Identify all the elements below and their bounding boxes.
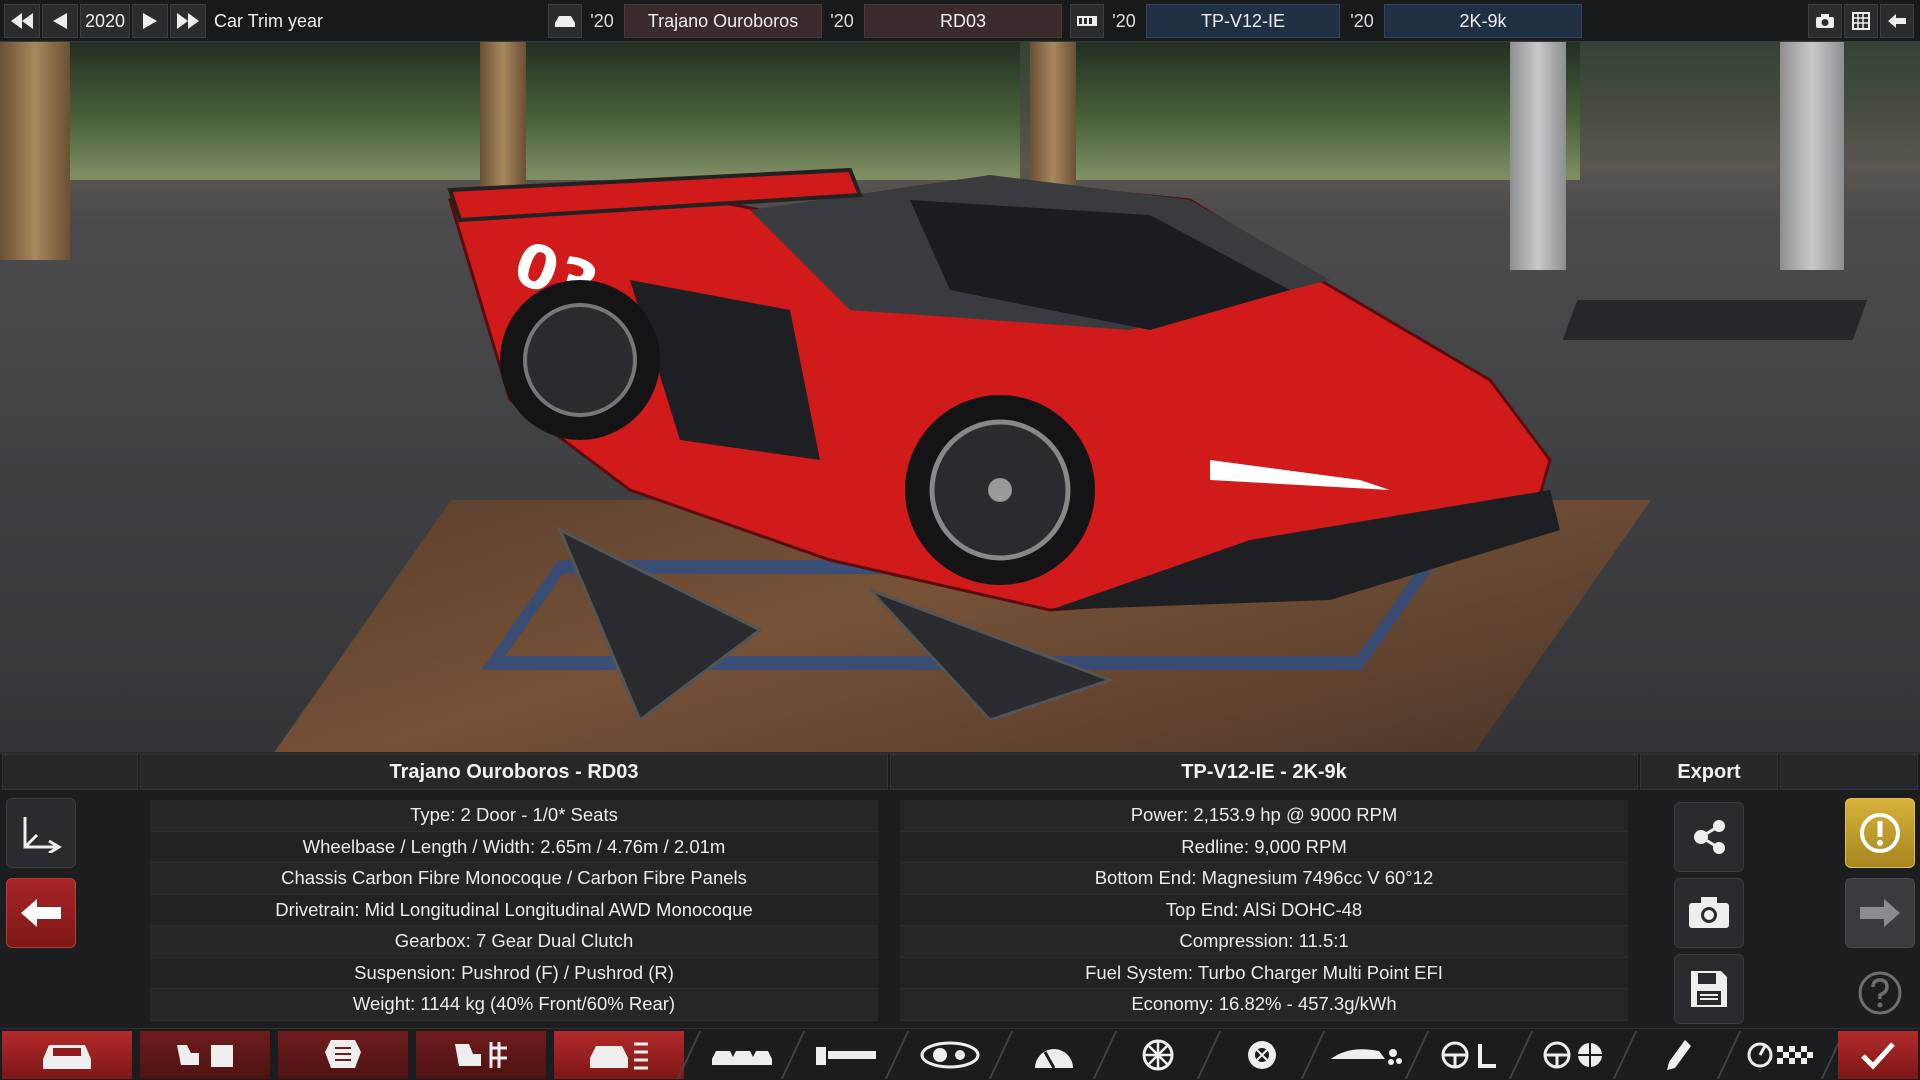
car-weight-row: Weight: 1144 kg (40% Front/60% Rear) xyxy=(150,989,878,1021)
front-wheel xyxy=(905,395,1095,585)
warning-icon[interactable] xyxy=(1845,798,1915,868)
car-trim-icon[interactable] xyxy=(554,1031,684,1079)
car-model-icon[interactable] xyxy=(548,4,582,38)
help-icon[interactable] xyxy=(1845,958,1915,1028)
paint-icon[interactable] xyxy=(1630,1031,1726,1079)
engine-compression-row: Compression: 11.5:1 xyxy=(900,926,1628,958)
tire-icon[interactable] xyxy=(1214,1031,1310,1079)
engine-summary-list: Power: 2,153.9 hp @ 9000 RPM Redline: 9,… xyxy=(900,800,1628,1021)
resize-corner-icon[interactable] xyxy=(6,798,76,868)
engine-variant-field[interactable]: 2K-9k xyxy=(1384,4,1582,38)
engine-tune-icon[interactable] xyxy=(416,1031,546,1079)
info-panel: Trajano Ouroboros - RD03 Type: 2 Door - … xyxy=(0,752,1920,1028)
gauge-icon[interactable] xyxy=(1006,1031,1102,1079)
speed-test-icon[interactable] xyxy=(1734,1031,1830,1079)
engine-family-year-tag: '20 xyxy=(1112,10,1136,31)
engine-top-end-row: Top End: AlSi DOHC-48 xyxy=(900,894,1628,926)
confirm-check-icon[interactable] xyxy=(1838,1031,1918,1079)
play-icon[interactable] xyxy=(132,4,168,38)
engine-redline-row: Redline: 9,000 RPM xyxy=(900,831,1628,863)
save-icon[interactable] xyxy=(1674,954,1744,1024)
fast-forward-icon[interactable] xyxy=(170,4,206,38)
screenshot-camera-icon[interactable] xyxy=(1674,878,1744,948)
trim-year-tag: '20 xyxy=(830,10,854,31)
grid-icon[interactable] xyxy=(1844,4,1878,38)
aero-icon[interactable] xyxy=(1318,1031,1414,1079)
model-year-tag: '20 xyxy=(590,10,614,31)
rear-wheel xyxy=(500,280,660,440)
car-3d-viewport[interactable]: 03 xyxy=(0,0,1920,752)
bottom-navigation xyxy=(0,1028,1920,1080)
safety-icon[interactable] xyxy=(1526,1031,1622,1079)
car-chassis-row: Chassis Carbon Fibre Monocoque / Carbon … xyxy=(150,863,878,895)
export-title: Export xyxy=(1640,754,1778,790)
skip-back-icon[interactable] xyxy=(4,4,40,38)
step-back-icon[interactable] xyxy=(42,4,78,38)
car-drivetrain-row: Drivetrain: Mid Longitudinal Longitudina… xyxy=(150,894,878,926)
left-tools-header xyxy=(2,754,138,790)
wooden-pillar xyxy=(0,40,70,260)
engine-variant-year-tag: '20 xyxy=(1350,10,1374,31)
model-name-field[interactable]: Trajano Ouroboros xyxy=(624,4,822,38)
trim-year-label: Car Trim year xyxy=(214,10,324,31)
car-summary-title: Trajano Ouroboros - RD03 xyxy=(140,754,888,790)
car-body-icon[interactable] xyxy=(2,1031,132,1079)
engine-block-icon[interactable] xyxy=(140,1031,270,1079)
trim-name-field[interactable]: RD03 xyxy=(864,4,1062,38)
wheel-icon[interactable] xyxy=(1110,1031,1206,1079)
top-toolbar: 2020 Car Trim year '20 Trajano Ouroboros… xyxy=(0,0,1920,42)
car-suspension-row: Suspension: Pushrod (F) / Pushrod (R) xyxy=(150,957,878,989)
year-field[interactable]: 2020 xyxy=(80,4,130,38)
share-icon[interactable] xyxy=(1674,802,1744,872)
concrete-column xyxy=(1780,40,1844,270)
headlight-icon[interactable] xyxy=(902,1031,998,1079)
cars-icon[interactable] xyxy=(694,1031,790,1079)
car-gearbox-row: Gearbox: 7 Gear Dual Clutch xyxy=(150,926,878,958)
engine-economy-row: Economy: 16.82% - 457.3g/kWh xyxy=(900,989,1628,1021)
garage-window xyxy=(1060,40,1580,180)
camera-icon[interactable] xyxy=(1808,4,1842,38)
engine-icon[interactable] xyxy=(278,1031,408,1079)
engine-family-field[interactable]: TP-V12-IE xyxy=(1146,4,1340,38)
arrow-left-icon[interactable] xyxy=(6,878,76,948)
engine-summary-title: TP-V12-IE - 2K-9k xyxy=(890,754,1638,790)
engine-power-row: Power: 2,153.9 hp @ 9000 RPM xyxy=(900,800,1628,832)
garage-window xyxy=(520,40,1020,180)
back-arrow-icon[interactable] xyxy=(1880,4,1914,38)
right-tools-header xyxy=(1780,754,1918,790)
car-model: 03 xyxy=(447,167,1560,720)
chassis-icon[interactable] xyxy=(798,1031,894,1079)
car-type-row: Type: 2 Door - 1/0* Seats xyxy=(150,800,878,832)
car-summary-list: Type: 2 Door - 1/0* Seats Wheelbase / Le… xyxy=(150,800,878,1021)
engine-icon[interactable] xyxy=(1070,4,1104,38)
engine-bottom-end-row: Bottom End: Magnesium 7496cc V 60°12 xyxy=(900,863,1628,895)
steering-icon[interactable] xyxy=(1422,1031,1518,1079)
arrow-right-icon[interactable] xyxy=(1845,878,1915,948)
engine-fuel-system-row: Fuel System: Turbo Charger Multi Point E… xyxy=(900,957,1628,989)
garage-window xyxy=(0,40,480,180)
car-dimensions-row: Wheelbase / Length / Width: 2.65m / 4.76… xyxy=(150,831,878,863)
